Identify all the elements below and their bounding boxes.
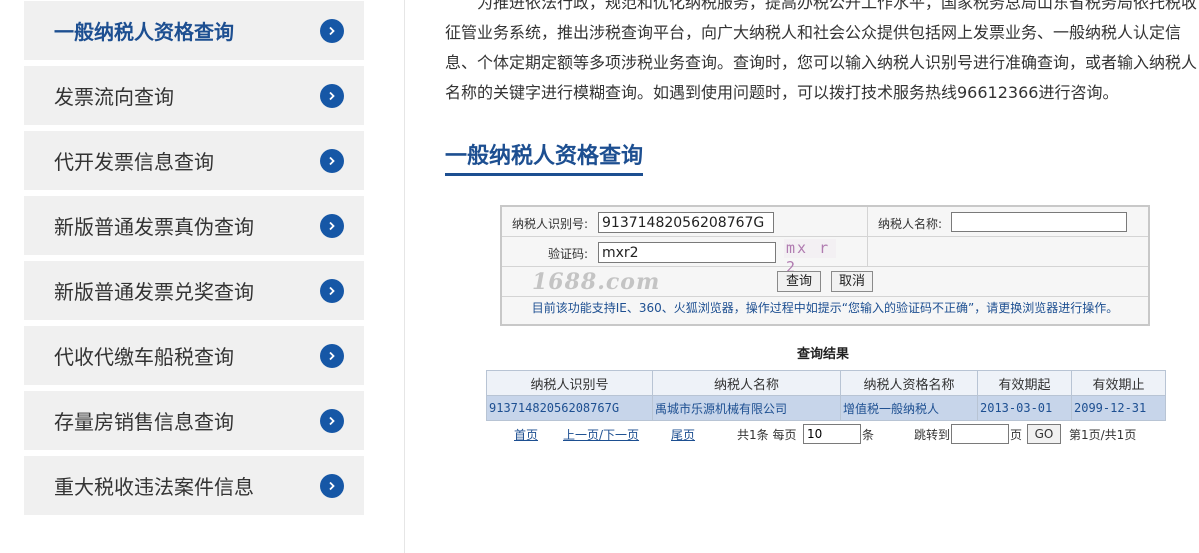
go-button[interactable]: GO	[1027, 424, 1061, 444]
sidebar-item-label: 重大税收违法案件信息	[54, 475, 254, 499]
first-page-link[interactable]: 首页	[514, 426, 538, 443]
sidebar-item-invoice-verify[interactable]: 新版普通发票真伪查询	[24, 196, 364, 255]
sidebar-item-violation-cases[interactable]: 重大税收违法案件信息	[24, 456, 364, 515]
sidebar-item-label: 代开发票信息查询	[54, 150, 214, 174]
column-header: 纳税人名称	[652, 370, 841, 396]
prev-next-link[interactable]: 上一页/下一页	[563, 426, 639, 443]
watermark: 1688.com	[532, 269, 661, 295]
column-header: 有效期止	[1071, 370, 1166, 396]
table-row[interactable]: 91371482056208767G 禹城市乐源机械有限公司 增值税一般纳税人 …	[486, 395, 1166, 421]
intro-line: 征管业务系统，推出涉税查询平台，向广大纳税人和社会公众提供包括网上发票业务、一般…	[445, 23, 1182, 42]
total-count-text: 共1条 每页	[737, 428, 797, 442]
captcha-input[interactable]	[598, 242, 776, 263]
chevron-right-circle-icon	[320, 18, 344, 43]
jump-page-input[interactable]	[951, 424, 1009, 444]
chevron-right-circle-icon	[320, 343, 344, 368]
intro-line: 为推进依法行政，规范和优化纳税服务，提高办税公开工作水平，国家税务总局山东省税务…	[477, 0, 1197, 12]
taxpayer-name-input[interactable]	[951, 212, 1127, 232]
chevron-right-circle-icon	[320, 148, 344, 173]
per-page-input[interactable]	[803, 424, 861, 444]
cell-valid-from: 2013-03-01	[977, 395, 1072, 421]
cell-taxpayer-id: 91371482056208767G	[486, 395, 653, 421]
pagination: 首页 上一页/下一页 尾页 共1条 每页 条 跳转到 页 GO 第1页/共1页	[0, 424, 1199, 444]
sidebar-item-general-taxpayer[interactable]: 一般纳税人资格查询	[24, 1, 364, 60]
page-info: 第1页/共1页	[1069, 428, 1137, 442]
query-form: 纳税人识别号: 纳税人名称: 验证码: mx r 2 1688.com 查询 取…	[500, 205, 1150, 326]
sidebar-item-label: 一般纳税人资格查询	[54, 20, 234, 44]
per-page-unit: 条	[862, 428, 875, 442]
cell-valid-to: 2099-12-31	[1071, 395, 1166, 421]
captcha-label: 验证码:	[548, 247, 589, 261]
last-page-link[interactable]: 尾页	[671, 426, 695, 443]
taxpayer-id-label: 纳税人识别号:	[512, 217, 589, 231]
results-title: 查询结果	[797, 347, 850, 362]
table-header-row: 纳税人识别号 纳税人名称 纳税人资格名称 有效期起 有效期止	[486, 370, 1166, 396]
sidebar-item-invoice-flow[interactable]: 发票流向查询	[24, 66, 364, 125]
page-unit: 页	[1010, 428, 1023, 442]
sidebar-item-invoice-lottery[interactable]: 新版普通发票兑奖查询	[24, 261, 364, 320]
intro-line: 名称的关键字进行模糊查询。如遇到使用问题时，可以拨打技术服务热线96612366…	[445, 83, 1119, 102]
sidebar-item-proxy-invoice[interactable]: 代开发票信息查询	[24, 131, 364, 190]
sidebar-item-label: 新版普通发票真伪查询	[54, 215, 254, 239]
intro-line: 息、个体定期定额等多项涉税业务查询。查询时，您可以输入纳税人识别号进行准确查询，…	[445, 53, 1197, 72]
sidebar: 一般纳税人资格查询 发票流向查询 代开发票信息查询 新版普通发票真伪查询 新版普…	[0, 0, 405, 553]
browser-notice: 目前该功能支持IE、360、火狐浏览器，操作过程中如提示“您输入的验证码不正确”…	[531, 301, 1119, 315]
chevron-right-circle-icon	[320, 213, 344, 238]
cancel-button[interactable]: 取消	[831, 271, 873, 292]
column-header: 纳税人资格名称	[840, 370, 978, 396]
column-header: 有效期起	[977, 370, 1072, 396]
chevron-right-circle-icon	[320, 83, 344, 108]
chevron-right-circle-icon	[320, 278, 344, 303]
cell-taxpayer-name: 禹城市乐源机械有限公司	[652, 395, 841, 421]
sidebar-item-label: 代收代缴车船税查询	[54, 345, 234, 369]
captcha-image[interactable]: mx r 2	[784, 239, 836, 276]
form-cell	[868, 237, 1148, 267]
column-header: 纳税人识别号	[486, 370, 653, 396]
jump-label: 跳转到	[914, 428, 951, 442]
section-underline	[445, 173, 643, 176]
taxpayer-id-input[interactable]	[598, 212, 774, 233]
sidebar-item-label: 新版普通发票兑奖查询	[54, 280, 254, 304]
chevron-right-circle-icon	[320, 473, 344, 498]
cell-qualification: 增值税一般纳税人	[840, 395, 978, 421]
query-button[interactable]: 查询	[777, 271, 821, 292]
page: 一般纳税人资格查询 发票流向查询 代开发票信息查询 新版普通发票真伪查询 新版普…	[0, 0, 1199, 553]
sidebar-item-vehicle-tax[interactable]: 代收代缴车船税查询	[24, 326, 364, 385]
sidebar-item-label: 发票流向查询	[54, 85, 174, 109]
taxpayer-name-label: 纳税人名称:	[878, 217, 943, 231]
results-table: 纳税人识别号 纳税人名称 纳税人资格名称 有效期起 有效期止 913714820…	[486, 370, 1166, 421]
intro-text: 为推进依法行政，规范和优化纳税服务，提高办税公开工作水平，国家税务总局山东省税务…	[445, 0, 1197, 108]
section-title: 一般纳税人资格查询	[445, 144, 644, 169]
